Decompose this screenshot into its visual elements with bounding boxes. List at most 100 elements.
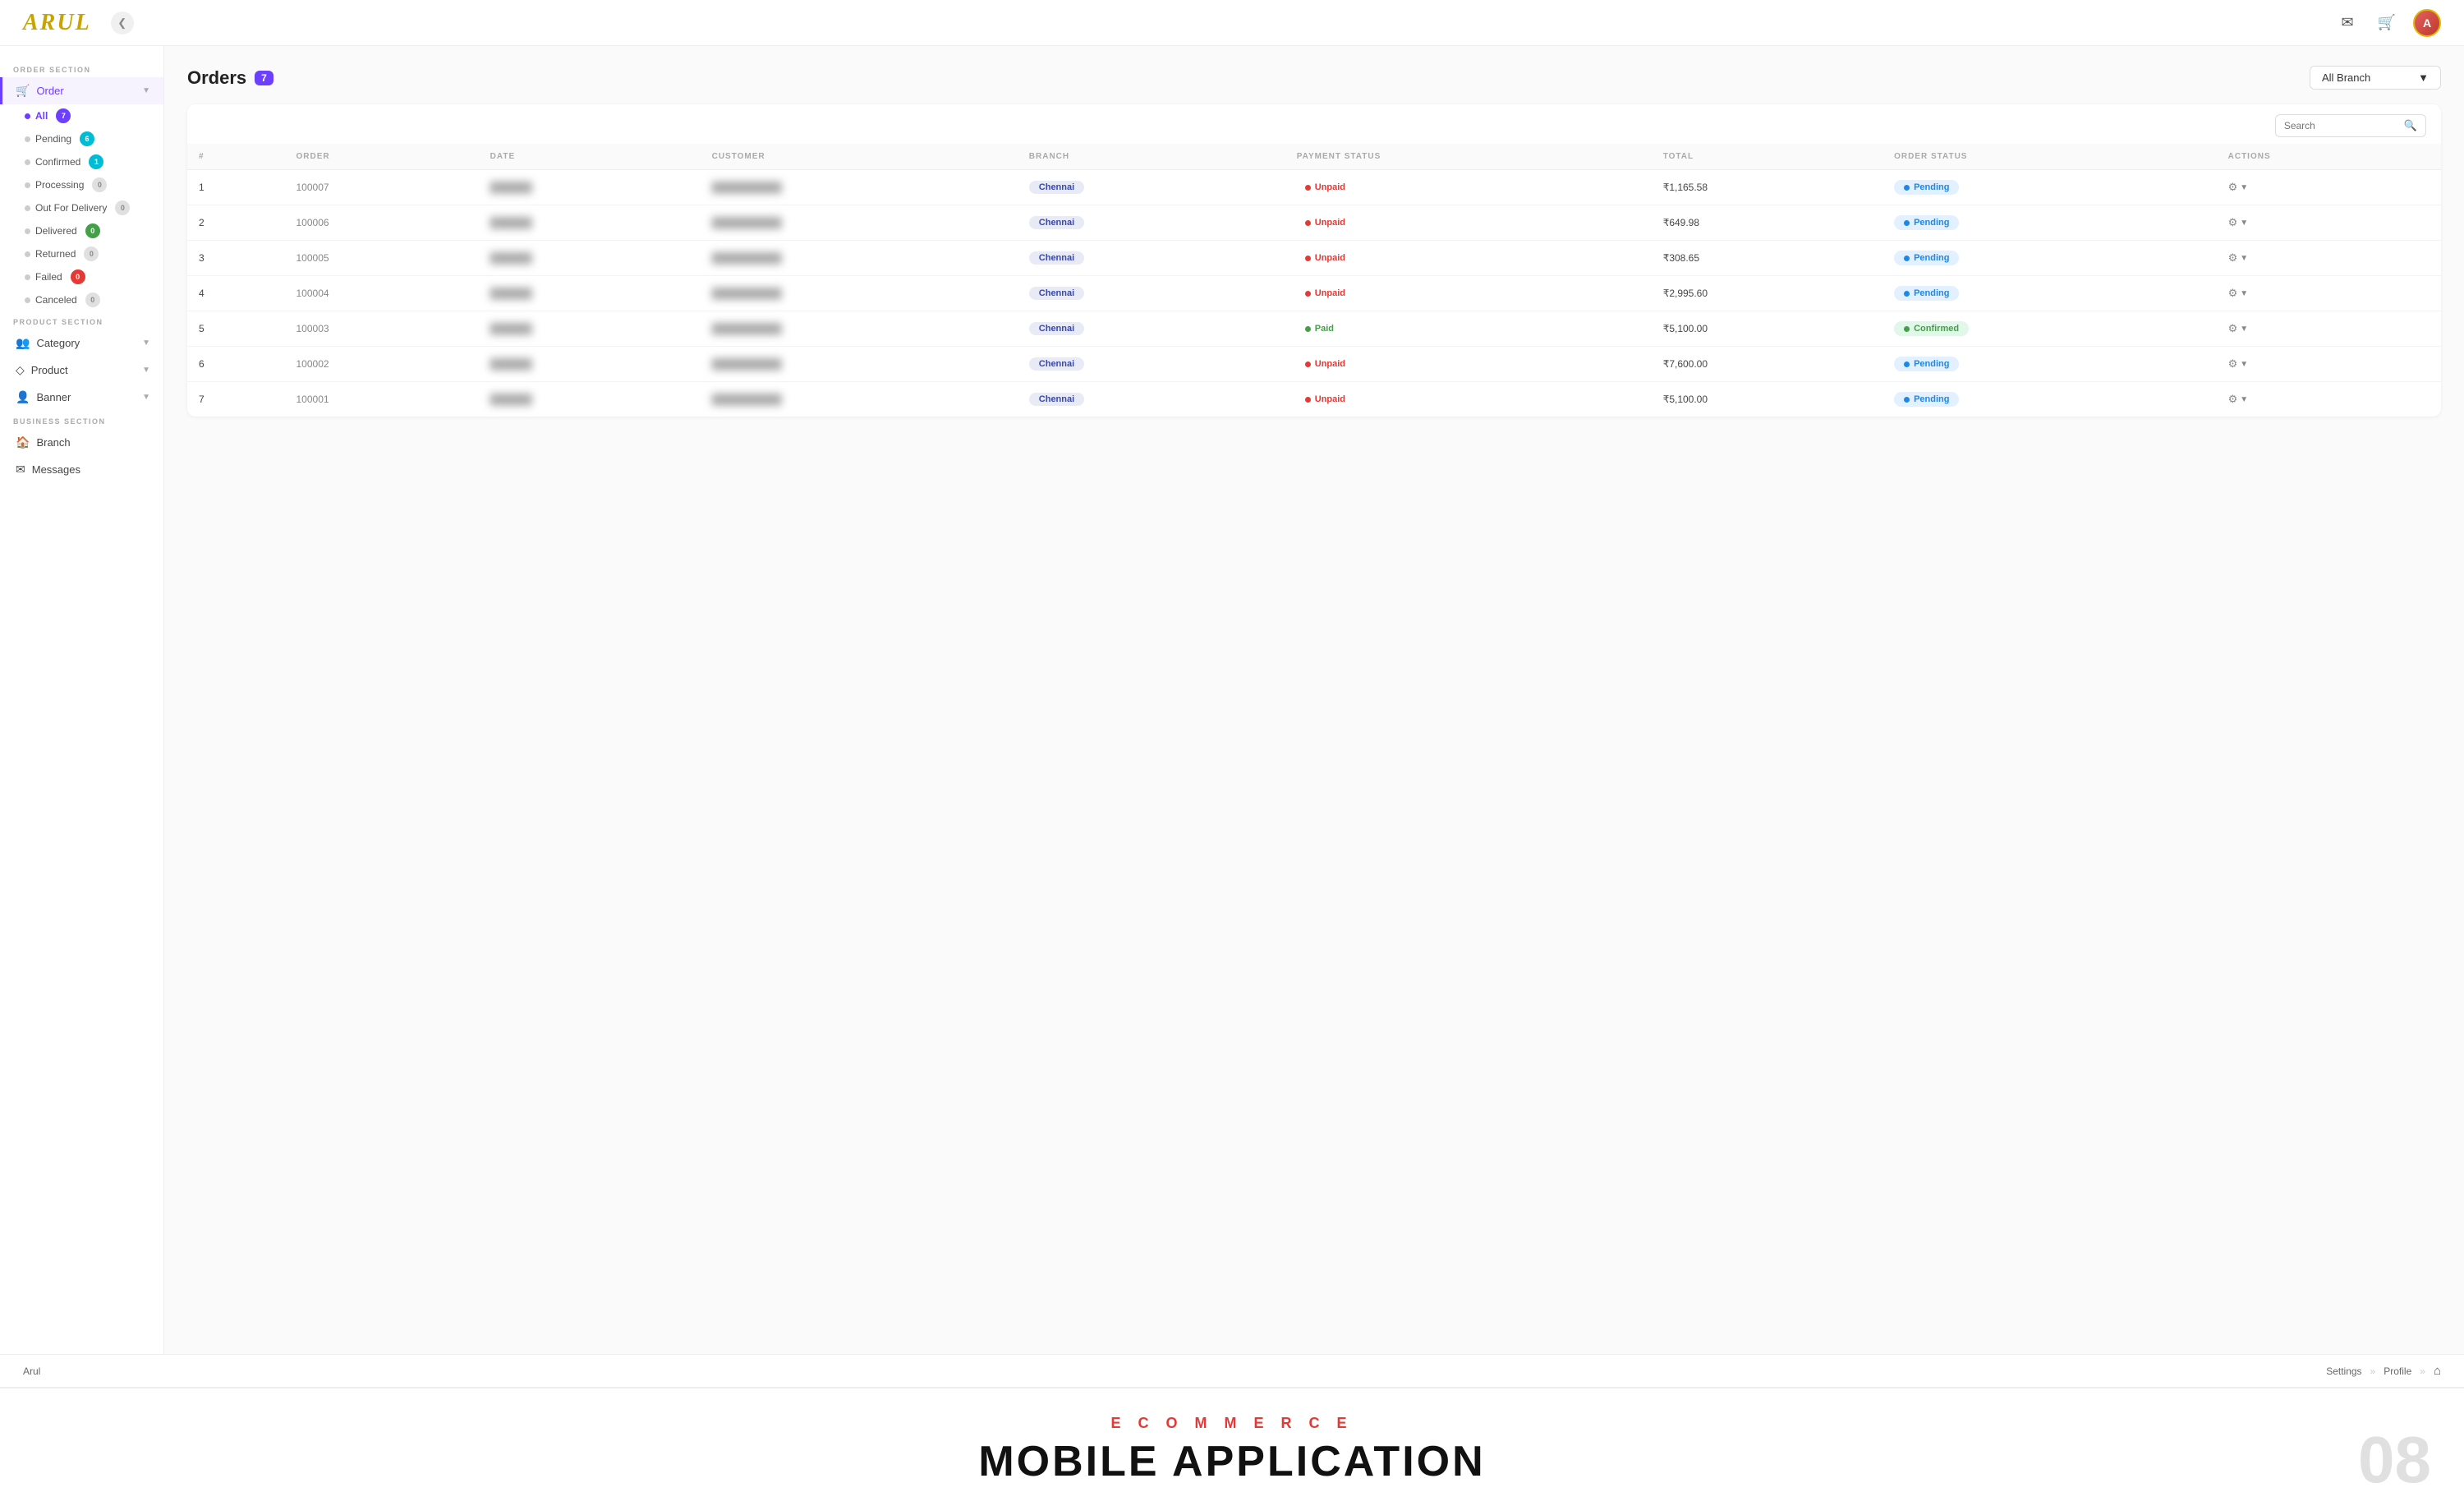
sidebar-item-messages[interactable]: ✉ Messages <box>0 456 163 483</box>
sidebar-sub-processing[interactable]: Processing 0 <box>25 173 163 196</box>
cart-icon[interactable]: 🛒 <box>2374 10 2400 36</box>
cell-total: ₹5,100.00 <box>1652 311 1882 347</box>
cell-order[interactable]: 100004 <box>285 276 479 311</box>
pending-badge: 6 <box>80 131 94 146</box>
table-row: 2 100006 ██████ ██████████ Chennai Unpai… <box>187 205 2441 241</box>
topbar: ARUL ❮ ✉ 🛒 A <box>0 0 2464 46</box>
sidebar-sub-out-for-delivery[interactable]: Out For Delivery 0 <box>25 196 163 219</box>
cell-order[interactable]: 100002 <box>285 347 479 382</box>
cell-order-status: Pending <box>1882 276 2217 311</box>
cell-order[interactable]: 100006 <box>285 205 479 241</box>
cell-branch: Chennai <box>1018 382 1285 417</box>
settings-link[interactable]: Settings <box>2326 1366 2361 1377</box>
action-button[interactable]: ⚙ ▼ <box>2228 287 2249 300</box>
delivered-badge: 0 <box>85 223 100 238</box>
table-row: 6 100002 ██████ ██████████ Chennai Unpai… <box>187 347 2441 382</box>
sidebar-sub-confirmed[interactable]: Confirmed 1 <box>25 150 163 173</box>
category-arrow-icon: ▼ <box>142 339 150 348</box>
bottombar: Arul Settings » Profile » ⌂ <box>0 1354 2464 1387</box>
delivered-label: Delivered <box>35 225 77 237</box>
payment-dot <box>1305 185 1311 191</box>
cell-actions[interactable]: ⚙ ▼ <box>2217 170 2441 205</box>
cell-actions[interactable]: ⚙ ▼ <box>2217 241 2441 276</box>
cell-payment-status: Unpaid <box>1285 241 1652 276</box>
cell-branch: Chennai <box>1018 241 1285 276</box>
sidebar-sub-returned[interactable]: Returned 0 <box>25 242 163 265</box>
all-badge: 7 <box>56 108 71 123</box>
cell-order[interactable]: 100003 <box>285 311 479 347</box>
cell-total: ₹1,165.58 <box>1652 170 1882 205</box>
branch-dropdown[interactable]: All Branch ▼ <box>2310 66 2441 90</box>
cell-branch: Chennai <box>1018 276 1285 311</box>
cell-num: 4 <box>187 276 285 311</box>
cell-actions[interactable]: ⚙ ▼ <box>2217 347 2441 382</box>
profile-link[interactable]: Profile <box>2384 1366 2411 1377</box>
sidebar-sub-all[interactable]: All 7 <box>25 104 163 127</box>
action-button[interactable]: ⚙ ▼ <box>2228 322 2249 335</box>
sidebar-sub-failed[interactable]: Failed 0 <box>25 265 163 288</box>
cell-total: ₹308.65 <box>1652 241 1882 276</box>
action-button[interactable]: ⚙ ▼ <box>2228 181 2249 194</box>
returned-label: Returned <box>35 248 76 260</box>
cell-customer: ██████████ <box>701 205 1018 241</box>
out-for-delivery-dot <box>25 205 30 211</box>
cell-order[interactable]: 100001 <box>285 382 479 417</box>
status-dot <box>1904 397 1910 403</box>
sidebar-item-branch[interactable]: 🏠 Branch <box>0 429 163 456</box>
search-input[interactable] <box>2284 120 2399 131</box>
status-dot <box>1904 256 1910 261</box>
bottombar-brand: Arul <box>23 1366 40 1377</box>
failed-badge: 0 <box>71 269 85 284</box>
cell-num: 7 <box>187 382 285 417</box>
action-button[interactable]: ⚙ ▼ <box>2228 251 2249 265</box>
cell-actions[interactable]: ⚙ ▼ <box>2217 311 2441 347</box>
cell-actions[interactable]: ⚙ ▼ <box>2217 382 2441 417</box>
main-content: Orders 7 All Branch ▼ 🔍 <box>164 46 2464 1354</box>
table-row: 1 100007 ██████ ██████████ Chennai Unpai… <box>187 170 2441 205</box>
cell-customer: ██████████ <box>701 170 1018 205</box>
cell-order[interactable]: 100007 <box>285 170 479 205</box>
status-dot <box>1904 220 1910 226</box>
cell-date: ██████ <box>479 382 701 417</box>
pending-dot <box>25 136 30 142</box>
branch-label: Branch <box>36 436 70 449</box>
orders-title-group: Orders 7 <box>187 67 274 89</box>
mail-icon[interactable]: ✉ <box>2334 10 2361 36</box>
cell-customer: ██████████ <box>701 347 1018 382</box>
home-icon[interactable]: ⌂ <box>2434 1364 2441 1378</box>
payment-dot <box>1305 291 1311 297</box>
out-for-delivery-badge: 0 <box>115 200 130 215</box>
sidebar-sub-pending[interactable]: Pending 6 <box>25 127 163 150</box>
cell-branch: Chennai <box>1018 205 1285 241</box>
sidebar-collapse-button[interactable]: ❮ <box>111 12 134 35</box>
delivered-dot <box>25 228 30 234</box>
sidebar-sub-canceled[interactable]: Canceled 0 <box>25 288 163 311</box>
action-button[interactable]: ⚙ ▼ <box>2228 216 2249 229</box>
cell-order-status: Pending <box>1882 347 2217 382</box>
banner-arrow-icon: ▼ <box>142 393 150 402</box>
action-button[interactable]: ⚙ ▼ <box>2228 357 2249 371</box>
sidebar-item-category[interactable]: 👥 Category ▼ <box>0 329 163 357</box>
sidebar-sub-delivered[interactable]: Delivered 0 <box>25 219 163 242</box>
cell-order[interactable]: 100005 <box>285 241 479 276</box>
cell-actions[interactable]: ⚙ ▼ <box>2217 205 2441 241</box>
order-submenu: All 7 Pending 6 Confirmed 1 Processing 0 <box>0 104 163 311</box>
search-box[interactable]: 🔍 <box>2275 114 2426 137</box>
col-total: TOTAL <box>1652 144 1882 170</box>
payment-dot <box>1305 397 1311 403</box>
action-button[interactable]: ⚙ ▼ <box>2228 393 2249 406</box>
sidebar-item-order[interactable]: 🛒 Order ▼ <box>0 77 163 104</box>
cell-payment-status: Unpaid <box>1285 276 1652 311</box>
sidebar-item-banner[interactable]: 👤 Banner ▼ <box>0 384 163 411</box>
payment-dot <box>1305 220 1311 226</box>
table-search-row: 🔍 <box>187 104 2441 144</box>
avatar[interactable]: A <box>2413 9 2441 37</box>
canceled-dot <box>25 297 30 303</box>
cell-customer: ██████████ <box>701 241 1018 276</box>
cell-date: ██████ <box>479 311 701 347</box>
messages-label: Messages <box>32 463 80 476</box>
cell-actions[interactable]: ⚙ ▼ <box>2217 276 2441 311</box>
failed-label: Failed <box>35 271 62 283</box>
sidebar-item-product[interactable]: ◇ Product ▼ <box>0 357 163 384</box>
cell-payment-status: Unpaid <box>1285 382 1652 417</box>
